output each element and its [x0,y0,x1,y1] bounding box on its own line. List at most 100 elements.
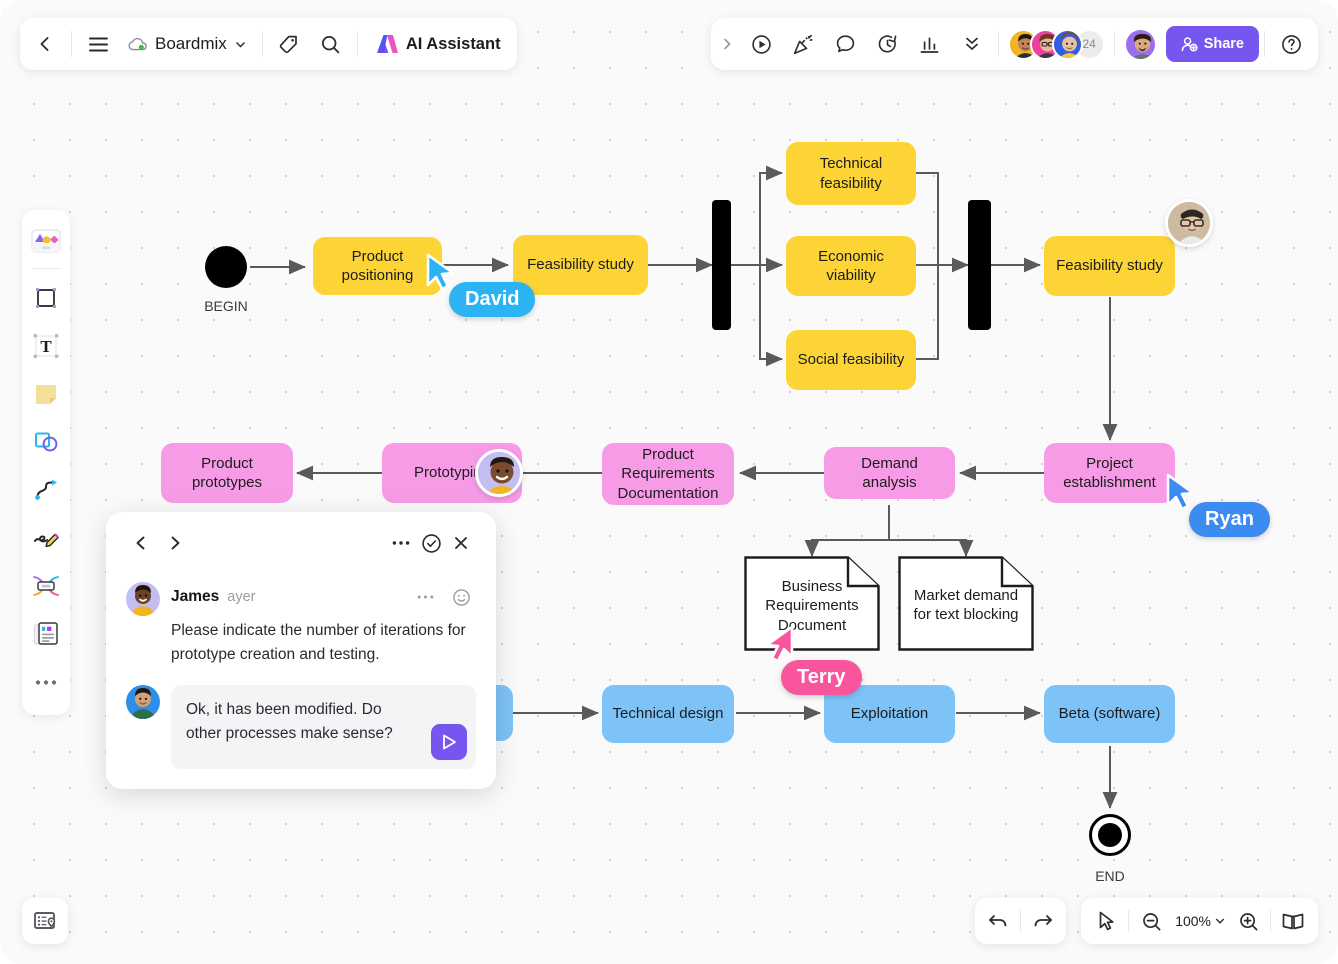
comment-icon [836,34,855,52]
search-button[interactable] [310,23,352,65]
chevron-down-icon [1215,918,1225,924]
select-tool-button[interactable] [1087,903,1125,939]
zoom-in-button[interactable] [1229,903,1267,939]
comment-emoji-button[interactable] [446,582,476,612]
chart-icon [920,37,939,53]
present-icon [752,34,771,54]
help-button[interactable] [1270,23,1312,65]
top-toolbar-left: Boardmix AI Assistant [20,18,517,70]
svg-text:T: T [40,337,52,356]
document-icon [33,622,58,645]
divider [1128,910,1130,932]
zoom-out-button[interactable] [1132,903,1170,939]
node-project-establishment[interactable]: Project establishment [1044,443,1175,503]
shapes-icon [35,432,58,452]
more-icon [392,541,410,545]
presentation-mode-button[interactable] [1274,903,1312,939]
divider [261,31,263,57]
rail-item-more[interactable] [26,659,66,705]
comment-resolve-button[interactable] [416,528,446,558]
chart-button[interactable] [909,23,951,65]
comment-close-button[interactable] [446,528,476,558]
node-economic-viability[interactable]: Economic viability [786,236,916,296]
avatar-current-user[interactable] [126,685,160,720]
timer-button[interactable] [867,23,909,65]
node-begin[interactable] [205,246,247,288]
comment-prev-button[interactable] [126,528,156,558]
node-exploitation[interactable]: Exploitation [824,685,955,743]
redo-button[interactable] [1024,903,1062,939]
avatar-node-feasibility[interactable] [1165,199,1213,247]
comment-timestamp: ayer [227,589,256,605]
chevrons-down-icon [965,37,978,50]
share-button[interactable]: Share [1165,26,1259,62]
check-circle-icon [421,533,441,553]
node-social-feasibility[interactable]: Social feasibility [786,330,916,390]
comment-author: James [171,588,220,605]
node-technical-design[interactable]: Technical design [602,685,734,743]
avatar-collaborator-3[interactable] [1051,28,1083,60]
collaborator-avatars: 24 [1004,28,1109,60]
rail-item-templates[interactable] [26,218,66,264]
ai-logo-icon [376,35,398,53]
share-person-icon [1181,36,1198,52]
chevron-right-icon [723,38,731,50]
comment-message-more-button[interactable] [410,582,440,612]
node-feasibility-study-right[interactable]: Feasibility study [1044,236,1175,296]
rail-item-pen[interactable] [26,515,66,561]
undo-button[interactable] [979,903,1017,939]
rail-item-mindmap[interactable] [26,563,66,609]
undo-redo-group [975,898,1066,944]
minimap-button[interactable] [22,898,68,944]
avatar-node-prototyping[interactable] [475,449,523,497]
comment-reply-text: Ok, it has been modified. Do other proce… [186,701,393,743]
comment-panel: James ayer Please indicate the number of… [106,512,496,790]
comment-send-button[interactable] [431,724,467,761]
node-end-label: END [1095,868,1125,884]
node-market-demand-document-label: Market demand for text blocking [913,586,1019,624]
comment-message: James ayer Please indicate the number of… [126,582,476,667]
minimap-icon [34,912,56,929]
connector-icon [35,479,57,500]
present-button[interactable] [741,23,783,65]
comment-reply-row: Ok, it has been modified. Do other proce… [126,685,476,770]
rail-item-sticky-note[interactable] [26,371,66,417]
comment-next-button[interactable] [160,528,190,558]
divider [32,268,60,269]
tag-icon [280,35,298,53]
back-button[interactable] [24,23,66,65]
comment-button[interactable] [825,23,867,65]
rail-item-shapes[interactable] [26,419,66,465]
chevron-left-icon [136,536,145,550]
rail-item-connector[interactable] [26,467,66,513]
node-join-bar[interactable] [968,200,991,330]
tag-button[interactable] [268,23,310,65]
node-product-positioning[interactable]: Product positioning [313,237,442,295]
avatar-current-user-toolbar[interactable] [1123,27,1157,61]
collapse-button[interactable] [951,23,993,65]
node-feasibility-study-left[interactable]: Feasibility study [513,235,648,295]
comment-reply-input[interactable]: Ok, it has been modified. Do other proce… [171,685,476,770]
avatar-james[interactable] [126,582,160,616]
comment-more-button[interactable] [386,528,416,558]
node-product-prototypes[interactable]: Product prototypes [161,443,293,503]
expand-toolbar-button[interactable] [713,23,741,65]
node-fork-bar[interactable] [712,200,731,330]
node-beta-software[interactable]: Beta (software) [1044,685,1175,743]
menu-button[interactable] [77,23,119,65]
brand-selector[interactable]: Boardmix [119,23,257,65]
node-product-requirements-documentation[interactable]: Product Requirements Documentation [602,443,734,505]
rail-item-frame[interactable] [26,275,66,321]
node-business-requirements-document[interactable]: Business Requirements Document [744,556,880,651]
boardmix-app-window: BEGIN Product positioning Feasibility st… [0,0,1338,964]
node-demand-analysis[interactable]: Demand analysis [824,447,955,499]
node-end[interactable] [1089,814,1131,856]
send-icon [443,734,456,750]
node-market-demand-document[interactable]: Market demand for text blocking [898,556,1034,651]
rail-item-text[interactable]: T [26,323,66,369]
node-technical-feasibility[interactable]: Technical feasibility [786,142,916,205]
rail-item-document[interactable] [26,611,66,657]
ai-assistant-button[interactable]: AI Assistant [363,23,513,65]
celebrate-button[interactable] [783,23,825,65]
zoom-level-selector[interactable]: 100% [1170,913,1229,929]
